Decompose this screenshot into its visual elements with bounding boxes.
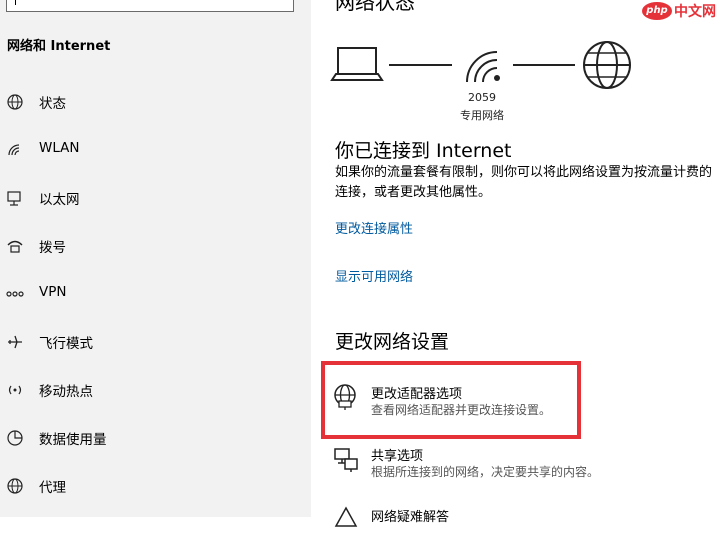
change-adapter-options-button[interactable]: 更改适配器选项 查看网络适配器并更改连接设置。 [333, 383, 713, 429]
internet-globe-icon [583, 41, 631, 89]
adapter-globe-icon [334, 384, 356, 410]
sidebar-item-label: 以太网 [39, 192, 80, 208]
change-network-settings-title: 更改网络设置 [335, 331, 450, 353]
sidebar-item-label: VPN [39, 284, 67, 300]
sidebar-item-label: 代理 [39, 480, 66, 496]
data-usage-icon [7, 430, 23, 446]
network-troubleshooter-button[interactable]: 网络疑难解答 [333, 506, 713, 552]
page-title: 网络状态 [335, 0, 415, 14]
change-connection-properties-link[interactable]: 更改连接属性 [335, 218, 413, 237]
php-logo: php [642, 2, 672, 20]
text-cursor [15, 0, 16, 5]
dialup-icon [7, 240, 23, 253]
sidebar-item-label: 移动热点 [39, 384, 93, 400]
show-available-networks-link[interactable]: 显示可用网络 [335, 266, 413, 285]
sidebar-item-ethernet[interactable]: 以太网 [0, 177, 311, 217]
option-description: 查看网络适配器并更改连接设置。 [371, 403, 552, 417]
search-input[interactable] [6, 0, 294, 12]
network-name: 2059 [468, 91, 496, 104]
computer-icon [330, 47, 384, 81]
sidebar-item-label: 拨号 [39, 240, 66, 256]
sidebar-item-label: 状态 [39, 96, 66, 112]
option-title: 网络疑难解答 [371, 510, 450, 525]
option-description: 根据所连接到的网络，决定要共享的内容。 [371, 465, 600, 479]
sidebar-item-dialup[interactable]: 拨号 [0, 225, 311, 265]
connection-status-description: 如果你的流量套餐有限制，则你可以将此网络设置为按流量计费的连接，或者更改其他属性… [335, 165, 713, 200]
sidebar-item-label: 数据使用量 [39, 432, 107, 448]
sharing-options-button[interactable]: 共享选项 根据所连接到的网络，决定要共享的内容。 [333, 445, 713, 491]
connection-status-title: 你已连接到 Internet [335, 140, 512, 162]
sharing-icon [334, 448, 358, 472]
sidebar-item-wlan[interactable]: WLAN [0, 129, 311, 169]
airplane-icon [8, 335, 22, 349]
search-icon[interactable] [267, 0, 283, 1]
sidebar-item-label: 飞行模式 [39, 336, 93, 352]
option-title: 更改适配器选项 [371, 387, 463, 402]
sidebar-item-vpn[interactable]: VPN [0, 273, 311, 313]
ethernet-icon [7, 191, 21, 206]
sidebar-item-proxy[interactable]: 代理 [0, 465, 311, 505]
wifi-icon [8, 144, 20, 156]
watermark: php 中文网 [638, 0, 722, 22]
troubleshoot-icon [334, 506, 358, 527]
status-globe-icon [7, 94, 23, 110]
sidebar-item-label: WLAN [39, 140, 80, 156]
proxy-globe-icon [7, 478, 23, 494]
vpn-icon [6, 291, 24, 297]
sidebar-item-airplane[interactable]: 飞行模式 [0, 321, 311, 361]
hotspot-icon [8, 385, 22, 395]
network-type: 专用网络 [460, 109, 504, 122]
option-title: 共享选项 [371, 449, 424, 464]
sidebar-item-data-usage[interactable]: 数据使用量 [0, 417, 311, 457]
sidebar: 网络和 Internet 状态 WLAN 以太网 拨号 VPN 飞行模式 移动热… [0, 0, 311, 517]
sidebar-item-status[interactable]: 状态 [0, 81, 311, 121]
wifi-network-icon [466, 51, 500, 83]
watermark-text: 中文网 [674, 4, 716, 20]
sidebar-item-hotspot[interactable]: 移动热点 [0, 369, 311, 409]
sidebar-section-title: 网络和 Internet [7, 39, 111, 54]
